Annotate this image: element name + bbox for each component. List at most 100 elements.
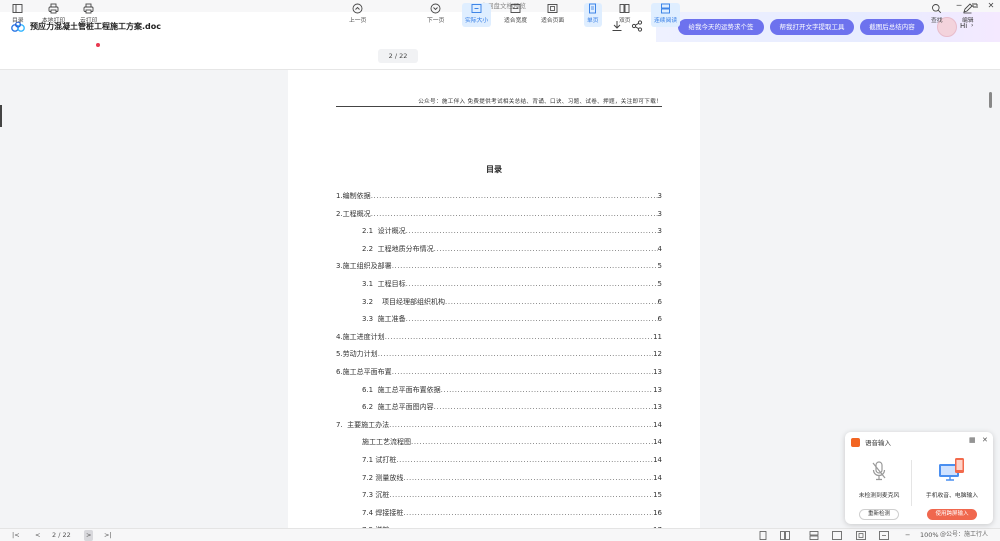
toc-entry[interactable]: 7.1 试打桩.................................… (362, 454, 662, 466)
next-page-button[interactable]: 下一页 (427, 3, 444, 27)
fit-width-button[interactable]: 适合宽度 (504, 3, 527, 27)
mic-status-caption: 未检测到麦克风 (858, 493, 900, 499)
page-number-input[interactable]: 2 / 22 (378, 49, 418, 63)
fit-page-icon (547, 4, 558, 13)
zoom-out-button[interactable]: − (905, 530, 910, 541)
voice-input-popup: 语音输入 ▦ ✕ 未检测到麦克风 手机收音、电脑输入 重新检测 使用跨屏输入 (845, 432, 993, 524)
toc-entry[interactable]: 3.1 工程目标................................… (362, 278, 662, 290)
toc-entry[interactable]: 7. 主要施工办法...............................… (336, 419, 662, 431)
actual-size-button[interactable]: 实际大小 (462, 3, 492, 27)
toc-entry-label: 2.1 设计概况 (362, 227, 406, 236)
fit-page-mode-icon[interactable] (856, 531, 866, 540)
toc-entry-label: 5.劳动力计划 (336, 350, 378, 359)
toc-leader-dots: ........................................… (433, 244, 658, 253)
toc-leader-dots: ........................................… (433, 403, 654, 412)
toc-entry-label: 施工工艺流程图 (362, 438, 411, 447)
search-label: 查找 (931, 18, 943, 24)
viewer-toolbar (0, 42, 1000, 70)
pencil-icon (963, 3, 973, 14)
fit-page-button[interactable]: 适合页面 (541, 3, 564, 27)
toc-entry-page: 4 (657, 244, 662, 253)
catalog-label: 目录 (12, 18, 24, 24)
toc-entry[interactable]: 2.2 工程地质分布情况............................… (362, 243, 662, 255)
last-page-button[interactable]: >| (104, 530, 112, 541)
toc-entry[interactable]: 3.施工组织及部署...............................… (336, 260, 662, 272)
zoom-level[interactable]: 100% (920, 530, 939, 541)
toc-entry[interactable]: 2.工程概况..................................… (336, 208, 662, 220)
previous-page-button[interactable]: 上一页 (349, 3, 366, 27)
scrollbar-thumb[interactable] (989, 92, 992, 108)
single-page-button[interactable]: 单页 (584, 3, 602, 27)
toc-entry-label: 4.施工进度计划 (336, 332, 385, 341)
toc-entry-label: 7. 主要施工办法 (336, 420, 390, 429)
toc-entry[interactable]: 6.2 施工总平面图内容............................… (362, 401, 662, 413)
toc-leader-dots: ........................................… (405, 280, 658, 288)
sogou-input-logo-icon (851, 438, 860, 447)
toc-entry[interactable]: 3.2 项目经理部组织机构...........................… (362, 296, 662, 308)
toc-entry-label: 7.4 焊接接桩 (362, 508, 404, 517)
toc-entry[interactable]: 7.3 沉桩..................................… (362, 489, 662, 501)
toc-entry[interactable]: 7.4 焊接接桩................................… (362, 507, 662, 519)
local-print-button[interactable]: 本地打印 (42, 3, 65, 27)
toc-entry-label: 3.施工组织及部署 (336, 262, 392, 271)
search-icon (932, 4, 942, 14)
local-print-label: 本地打印 (42, 18, 66, 24)
double-page-button[interactable]: 双页 (619, 3, 631, 27)
actual-size-mode-icon[interactable] (879, 531, 889, 540)
window-controls: ─ ⧉ ✕ (954, 0, 996, 12)
continuous-mode-icon[interactable] (809, 531, 819, 540)
fit-width-mode-icon[interactable] (832, 531, 842, 540)
first-page-button[interactable]: |< (12, 530, 20, 541)
toc-entry-page: 14 (653, 420, 662, 429)
single-page-mode-icon[interactable] (758, 531, 768, 540)
toc-entry-label: 3.3 施工准备 (362, 315, 406, 324)
toc-entry-page: 13 (653, 368, 662, 376)
cross-screen-input-button[interactable]: 使用跨屏输入 (927, 509, 977, 520)
prev-page-button[interactable]: < (35, 530, 40, 541)
catalog-button[interactable]: 目录 (12, 3, 24, 27)
document-page: 公众号：施工伴入 免费提供考试相关总结、背诵、口诀、习题、试卷、押题，关注即可下… (288, 70, 700, 528)
toc-entry-label: 1.编制依据 (336, 192, 371, 200)
toc-leader-dots: ........................................… (391, 368, 653, 376)
redetect-button[interactable]: 重新检测 (859, 509, 899, 520)
toc-entry-page: 14 (653, 438, 662, 447)
toc-leader-dots: ........................................… (389, 491, 653, 500)
toc-entry-page: 13 (653, 385, 662, 394)
cloud-print-button[interactable]: 云打印 (80, 3, 97, 27)
toc-entry-page: 5 (657, 262, 662, 271)
toc-leader-dots: ........................................… (403, 508, 653, 517)
toc-entry[interactable]: 6.施工总平面布置...............................… (336, 366, 662, 378)
toc-entry-label: 6.施工总平面布置 (336, 368, 392, 376)
edit-button[interactable]: 编辑 (962, 3, 974, 27)
search-button[interactable]: 查找 (931, 3, 943, 27)
toc-entry[interactable]: 4.施工进度计划................................… (336, 331, 662, 343)
toc-entry[interactable]: 7.2 测量放线................................… (362, 472, 662, 484)
double-page-mode-icon[interactable] (780, 531, 790, 540)
toc-entry[interactable]: 1.编制依据..................................… (336, 190, 662, 202)
next-page-bottom-button[interactable]: > (84, 530, 94, 541)
close-voice-popup-button[interactable]: ✕ (982, 436, 988, 444)
toc-leader-dots: ........................................… (403, 473, 653, 482)
page-counter[interactable]: 2 / 22 (52, 530, 71, 541)
toc-entry-page: 13 (653, 403, 662, 412)
double-page-label: 双页 (619, 18, 631, 24)
single-page-label: 单页 (587, 18, 599, 24)
share-icon[interactable] (631, 20, 643, 32)
toc-entry-label: 6.2 施工总平面图内容 (362, 403, 434, 412)
ai-suggestion-fortune[interactable]: 给我今天的运势求个签 (678, 19, 764, 35)
toc-entry[interactable]: 2.1 设计概况................................… (362, 225, 662, 237)
phone-to-computer-icon (939, 458, 964, 481)
continuous-reading-button[interactable]: 连续阅读 (651, 3, 681, 27)
close-window-button[interactable]: ✕ (986, 0, 996, 12)
toc-entry[interactable]: 3.3 施工准备................................… (362, 313, 662, 325)
toc-entry[interactable]: 施工工艺流程图.................................… (362, 436, 662, 448)
ai-suggestion-summarize[interactable]: 截图后总结内容 (860, 19, 924, 35)
page-header-rule (336, 106, 662, 107)
next-page-label: 下一页 (427, 18, 445, 24)
toc-entry[interactable]: 5.劳动力计划.................................… (336, 348, 662, 360)
grid-menu-icon[interactable]: ▦ (969, 436, 976, 444)
ai-suggestion-text-extract[interactable]: 帮我打开文字提取工具 (770, 19, 854, 35)
toc-entry-page: 3 (657, 192, 662, 200)
toc-entry[interactable]: 6.1 施工总平面布置依据...........................… (362, 384, 662, 396)
voice-popup-divider (911, 460, 912, 506)
